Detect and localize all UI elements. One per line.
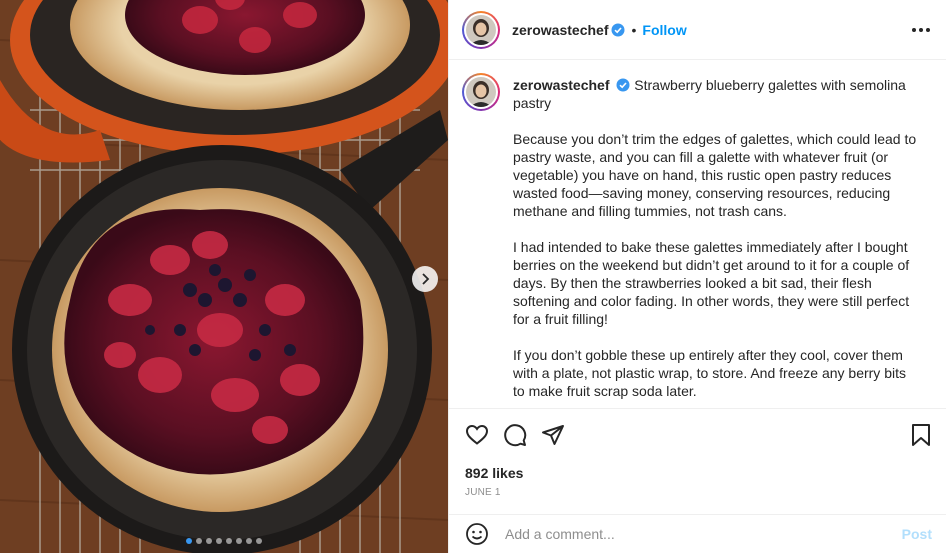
heart-icon[interactable] bbox=[465, 423, 489, 447]
verified-badge-icon bbox=[611, 23, 625, 36]
emoji-smiley-icon[interactable] bbox=[465, 522, 489, 546]
post-comment-button[interactable]: Post bbox=[902, 526, 932, 542]
verified-badge-icon bbox=[616, 78, 630, 92]
carousel-indicator bbox=[0, 538, 448, 544]
comment-input[interactable] bbox=[505, 526, 902, 542]
carousel-dot bbox=[226, 538, 232, 544]
more-options-icon[interactable] bbox=[912, 27, 930, 32]
carousel-dot bbox=[246, 538, 252, 544]
likes-count[interactable]: 892 likes bbox=[465, 465, 932, 481]
post-actions: 892 likes JUNE 1 bbox=[449, 408, 946, 514]
username-link[interactable]: zerowastechef bbox=[512, 22, 608, 38]
follow-button[interactable]: Follow bbox=[642, 22, 686, 38]
separator-dot: • bbox=[631, 21, 637, 38]
profile-photo bbox=[466, 14, 496, 45]
carousel-dot bbox=[256, 538, 262, 544]
carousel-dot bbox=[216, 538, 222, 544]
caption-avatar[interactable] bbox=[462, 73, 500, 111]
carousel-dot bbox=[236, 538, 242, 544]
chevron-right-icon bbox=[422, 273, 430, 285]
comment-bar: Post bbox=[449, 514, 946, 553]
post-side-panel: zerowastechef • Follow zerowastechef Str… bbox=[448, 0, 946, 553]
comment-bubble-icon[interactable] bbox=[503, 423, 527, 447]
post-header: zerowastechef • Follow bbox=[449, 0, 946, 60]
carousel-dot bbox=[206, 538, 212, 544]
caption-area: zerowastechef Strawberry blueberry galet… bbox=[449, 61, 946, 407]
caption-paragraph: If you don’t gobble these up entirely af… bbox=[513, 347, 906, 399]
avatar[interactable] bbox=[462, 10, 500, 49]
caption-paragraph: I had intended to bake these galettes im… bbox=[513, 239, 910, 327]
post-photo[interactable] bbox=[0, 0, 448, 553]
caption-username-link[interactable]: zerowastechef bbox=[513, 77, 609, 93]
bookmark-icon[interactable] bbox=[910, 423, 932, 447]
post-date: JUNE 1 bbox=[465, 487, 501, 498]
carousel-next-button[interactable] bbox=[412, 266, 438, 292]
paper-plane-icon[interactable] bbox=[541, 423, 565, 447]
carousel-dot bbox=[196, 538, 202, 544]
caption-paragraph: Because you don’t trim the edges of gale… bbox=[513, 131, 917, 219]
caption-text: zerowastechef Strawberry blueberry galet… bbox=[513, 73, 930, 407]
carousel-dot bbox=[186, 538, 192, 544]
galette-photo bbox=[0, 0, 448, 553]
profile-photo bbox=[466, 77, 496, 107]
